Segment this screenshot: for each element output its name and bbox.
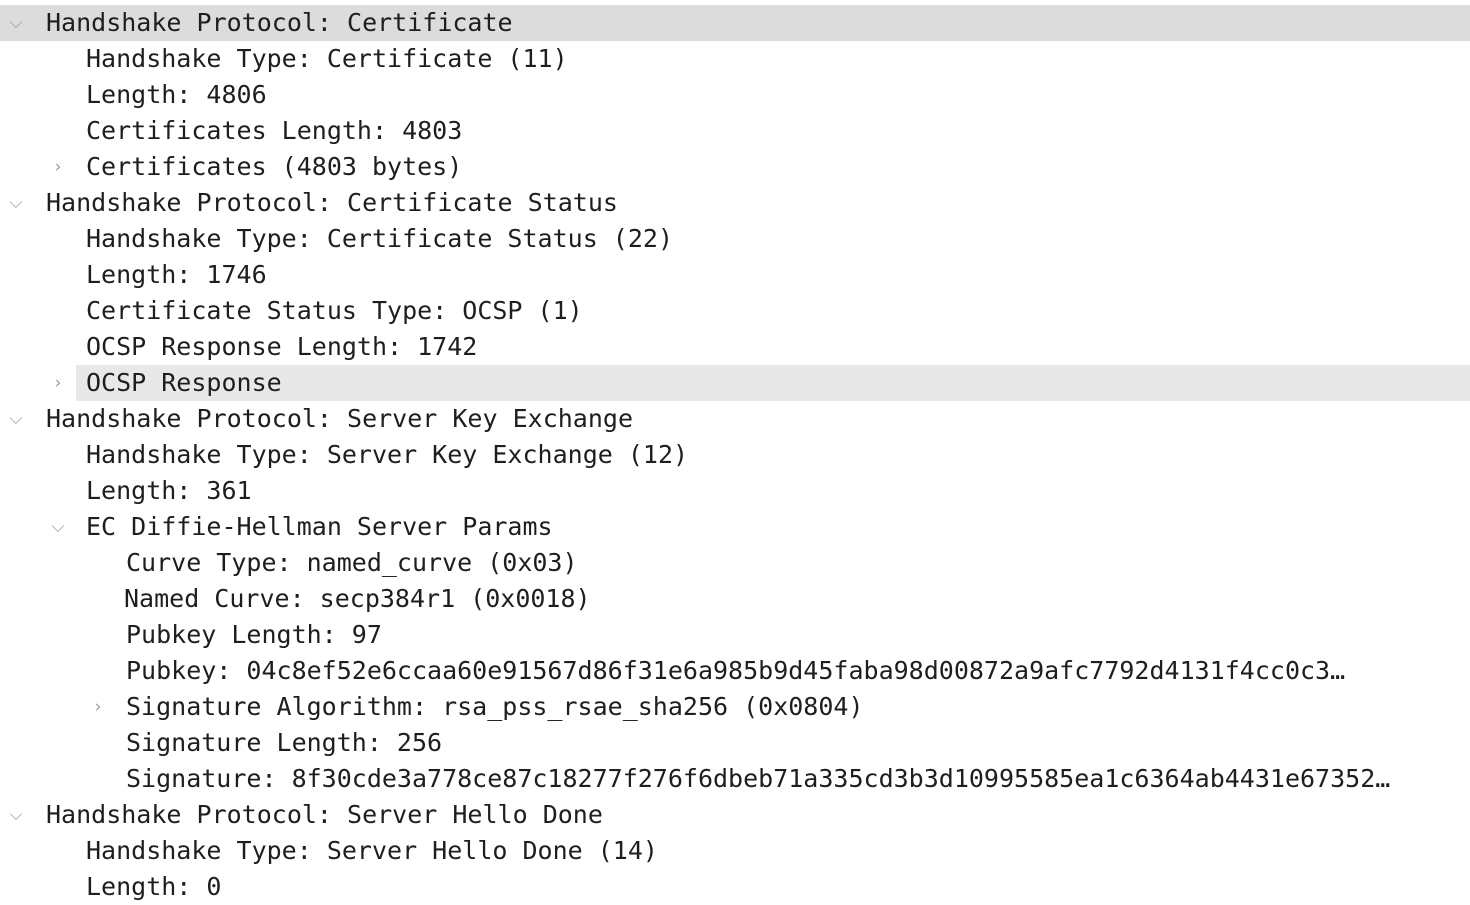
tree-row-label: Handshake Type: Server Hello Done (14) bbox=[86, 836, 658, 865]
tree-row[interactable]: Curve Type: named_curve (0x03) bbox=[0, 545, 1470, 581]
tree-row-label: Length: 361 bbox=[86, 476, 252, 505]
tree-row-label: Handshake Type: Server Key Exchange (12) bbox=[86, 440, 689, 469]
tree-row[interactable]: Certificate Status Type: OCSP (1) bbox=[0, 293, 1470, 329]
tree-row-label: Handshake Protocol: Server Key Exchange bbox=[46, 404, 633, 433]
tree-row-label: Pubkey Length: 97 bbox=[126, 620, 382, 649]
tree-row-label: Certificates (4803 bytes) bbox=[86, 152, 463, 181]
tree-row-label: Named Curve: secp384r1 (0x0018) bbox=[124, 584, 591, 613]
tree-row[interactable]: Handshake Type: Certificate Status (22) bbox=[0, 221, 1470, 257]
chevron-down-icon[interactable]: ⌵ bbox=[6, 797, 26, 833]
tree-row-label: Signature Length: 256 bbox=[126, 728, 443, 757]
chevron-right-icon[interactable]: › bbox=[88, 689, 108, 725]
tree-row-label: EC Diffie-Hellman Server Params bbox=[86, 512, 553, 541]
tree-row[interactable]: Length: 0 bbox=[0, 869, 1470, 905]
tree-row-label: Signature Algorithm: rsa_pss_rsae_sha256… bbox=[126, 692, 864, 721]
tree-row-label: Length: 0 bbox=[86, 872, 222, 901]
tree-row-label: Certificates Length: 4803 bbox=[86, 116, 463, 145]
tree-row[interactable]: Handshake Type: Server Hello Done (14) bbox=[0, 833, 1470, 869]
tree-row-label: Handshake Type: Certificate Status (22) bbox=[86, 224, 673, 253]
tree-row[interactable]: ⌵ Handshake Protocol: Certificate Status bbox=[0, 185, 1470, 221]
tree-row[interactable]: › Certificates (4803 bytes) bbox=[0, 149, 1470, 185]
tree-row[interactable]: › Signature Algorithm: rsa_pss_rsae_sha25… bbox=[0, 689, 1470, 725]
tree-row-label: Length: 4806 bbox=[86, 80, 267, 109]
tree-row[interactable]: Named Curve: secp384r1 (0x0018) bbox=[0, 581, 1470, 617]
tree-row[interactable]: Signature: 8f30cde3a778ce87c18277f276f6d… bbox=[0, 761, 1470, 797]
packet-details-tree: ⌵ Handshake Protocol: Certificate Handshak… bbox=[0, 5, 1470, 905]
tree-row[interactable]: Pubkey Length: 97 bbox=[0, 617, 1470, 653]
tree-row[interactable]: OCSP Response Length: 1742 bbox=[0, 329, 1470, 365]
tree-row[interactable]: Pubkey: 04c8ef52e6ccaa60e91567d86f31e6a9… bbox=[0, 653, 1470, 689]
tree-row[interactable]: › OCSP Response bbox=[0, 365, 1470, 401]
tree-row-label: Handshake Type: Certificate (11) bbox=[86, 44, 568, 73]
chevron-right-icon[interactable]: › bbox=[48, 365, 68, 401]
tree-row[interactable]: Length: 4806 bbox=[0, 77, 1470, 113]
tree-row[interactable]: Handshake Type: Certificate (11) bbox=[0, 41, 1470, 77]
chevron-down-icon[interactable]: ⌵ bbox=[48, 509, 68, 545]
tree-row[interactable]: ⌵ EC Diffie-Hellman Server Params bbox=[0, 509, 1470, 545]
tree-row[interactable]: Length: 1746 bbox=[0, 257, 1470, 293]
chevron-down-icon[interactable]: ⌵ bbox=[6, 401, 26, 437]
chevron-right-icon[interactable]: › bbox=[48, 149, 68, 185]
tree-row[interactable]: Length: 361 bbox=[0, 473, 1470, 509]
tree-row-label: Handshake Protocol: Certificate Status bbox=[46, 188, 618, 217]
tree-row-label: Curve Type: named_curve (0x03) bbox=[126, 548, 578, 577]
tree-row[interactable]: ⌵ Handshake Protocol: Certificate bbox=[0, 5, 1470, 41]
tree-row[interactable]: ⌵ Handshake Protocol: Server Key Exchange bbox=[0, 401, 1470, 437]
chevron-down-icon[interactable]: ⌵ bbox=[6, 5, 26, 41]
tree-row-label: Handshake Protocol: Server Hello Done bbox=[46, 800, 603, 829]
tree-row-label: Signature: 8f30cde3a778ce87c18277f276f6d… bbox=[126, 764, 1391, 793]
tree-row-label: OCSP Response bbox=[86, 368, 282, 397]
chevron-down-icon[interactable]: ⌵ bbox=[6, 185, 26, 221]
tree-row-label: Pubkey: 04c8ef52e6ccaa60e91567d86f31e6a9… bbox=[126, 656, 1346, 685]
tree-row[interactable]: ⌵ Handshake Protocol: Server Hello Done bbox=[0, 797, 1470, 833]
tree-row-label: Certificate Status Type: OCSP (1) bbox=[86, 296, 583, 325]
tree-row-label: OCSP Response Length: 1742 bbox=[86, 332, 478, 361]
tree-row[interactable]: Certificates Length: 4803 bbox=[0, 113, 1470, 149]
tree-row-label: Length: 1746 bbox=[86, 260, 267, 289]
tree-row[interactable]: Handshake Type: Server Key Exchange (12) bbox=[0, 437, 1470, 473]
tree-row[interactable]: Signature Length: 256 bbox=[0, 725, 1470, 761]
tree-row-label: Handshake Protocol: Certificate bbox=[46, 8, 513, 37]
